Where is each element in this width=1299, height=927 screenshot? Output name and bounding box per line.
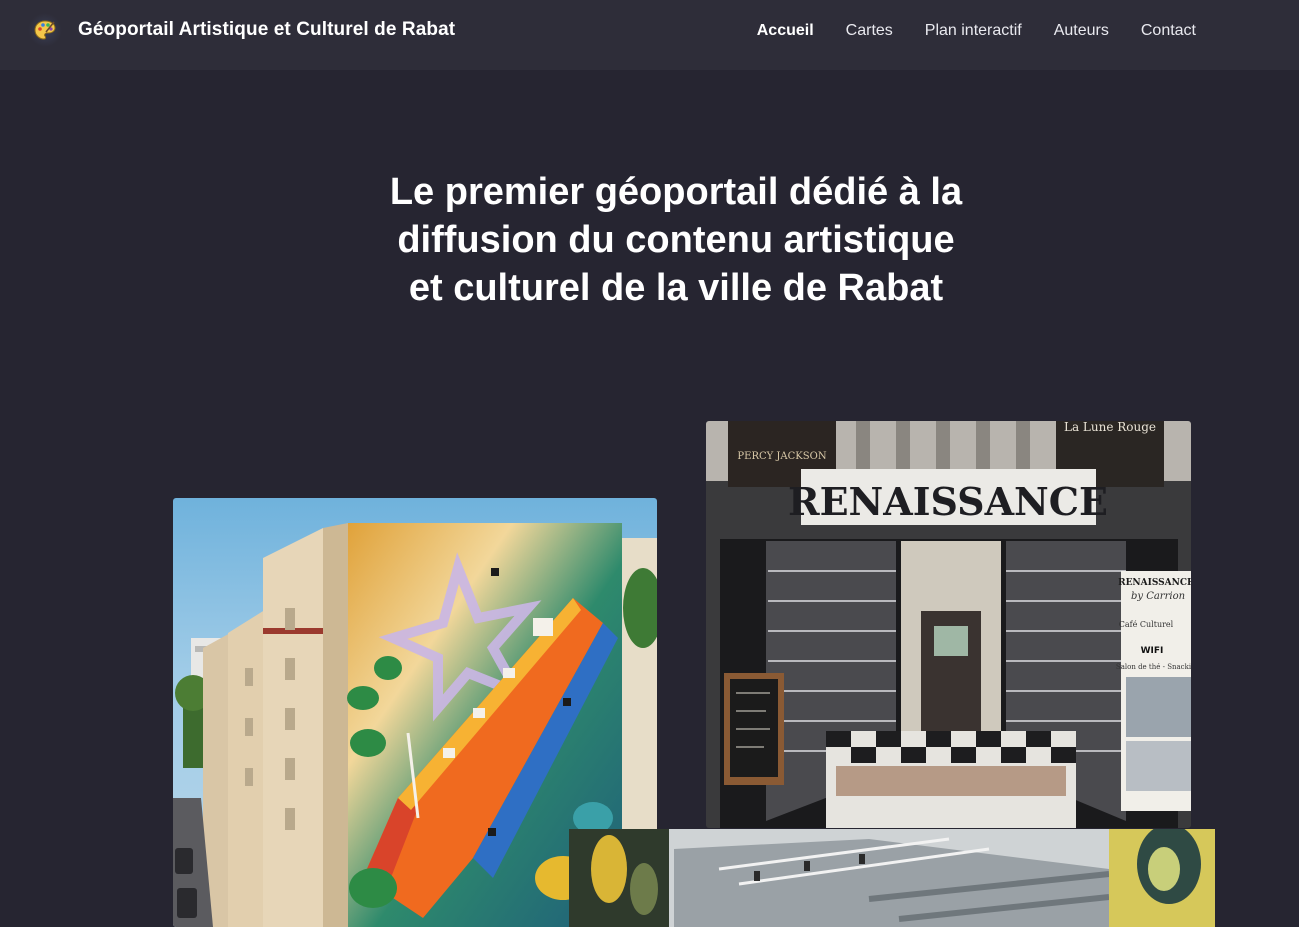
- brand-title: Géoportail Artistique et Culturel de Rab…: [78, 19, 456, 40]
- gallery-photo: [569, 829, 1215, 927]
- cinema-sign: RENAISSANCE: [788, 479, 1108, 524]
- nav-link-accueil[interactable]: Accueil: [757, 22, 814, 40]
- board-title: RENAISSANCE: [1118, 578, 1191, 588]
- poster-right-title: La Lune Rouge: [1064, 421, 1156, 434]
- navbar: Géoportail Artistique et Culturel de Rab…: [0, 0, 1299, 70]
- hero-title-line-1: Le premier géoportail dédié à la: [389, 171, 963, 213]
- hero-title-line-3: et culturel de la ville de Rabat: [408, 267, 944, 309]
- nav-link-contact[interactable]: Contact: [1141, 22, 1196, 40]
- cinema-photo: PERCY JACKSON La Lune Rouge RENAISSANCE: [706, 421, 1191, 828]
- board-line-3: Salon de thé - Snacking: [1116, 663, 1191, 671]
- nav-link-cartes[interactable]: Cartes: [846, 22, 893, 40]
- nav-links: Accueil Cartes Plan interactif Auteurs C…: [757, 22, 1196, 40]
- brand[interactable]: Géoportail Artistique et Culturel de Rab…: [28, 12, 455, 48]
- board-line-1: Café Culturel: [1119, 620, 1174, 629]
- hero-title-line-2: diffusion du contenu artistique: [397, 219, 955, 261]
- nav-link-auteurs[interactable]: Auteurs: [1054, 22, 1109, 40]
- board-subtitle: by Carrion: [1131, 591, 1185, 602]
- poster-left-title: PERCY JACKSON: [737, 451, 826, 462]
- nav-link-plan-interactif[interactable]: Plan interactif: [925, 22, 1022, 40]
- board-line-2: WIFI: [1141, 646, 1164, 656]
- hero-title: Le premier géoportail dédié à la diffusi…: [0, 168, 1299, 312]
- palette-icon: [28, 13, 62, 47]
